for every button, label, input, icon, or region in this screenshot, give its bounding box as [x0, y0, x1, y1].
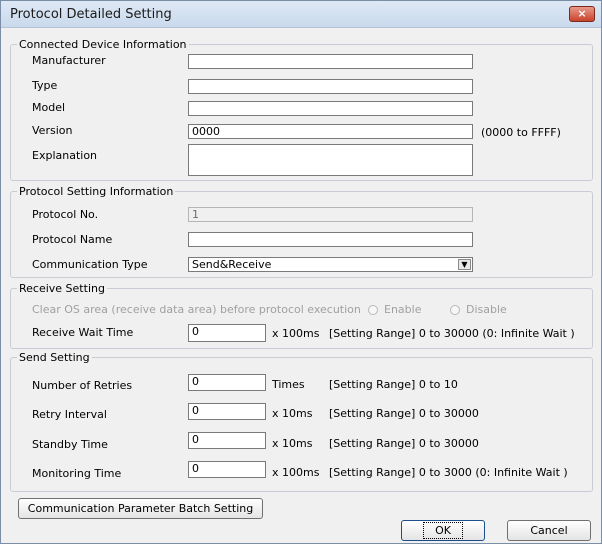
retry-interval-unit: x 10ms: [272, 407, 313, 420]
manufacturer-input[interactable]: [188, 54, 473, 69]
standby-time-input[interactable]: 0: [188, 432, 266, 449]
retries-label: Number of Retries: [32, 379, 133, 392]
clear-os-area-label: Clear OS area (receive data area) before…: [32, 303, 361, 316]
retry-interval-label: Retry Interval: [32, 408, 107, 421]
title-bar: Protocol Detailed Setting ×: [1, 1, 601, 28]
model-input[interactable]: [188, 101, 473, 116]
monitoring-time-unit: x 100ms: [272, 466, 320, 479]
radio-circle-icon: [368, 304, 378, 315]
batch-setting-button[interactable]: Communication Parameter Batch Setting: [18, 498, 263, 519]
communication-type-label: Communication Type: [32, 258, 148, 271]
model-label: Model: [32, 101, 66, 114]
receive-wait-unit: x 100ms: [272, 327, 320, 340]
protocol-name-label: Protocol Name: [32, 233, 113, 246]
retry-interval-input[interactable]: 0: [188, 403, 266, 420]
monitoring-time-input[interactable]: 0: [188, 461, 266, 478]
type-input[interactable]: [188, 79, 473, 94]
retries-unit: Times: [272, 378, 305, 391]
receive-wait-time-label: Receive Wait Time: [32, 326, 134, 339]
type-label: Type: [32, 79, 58, 92]
communication-type-select[interactable]: Send&Receive ▼: [188, 257, 473, 272]
protocol-setting-legend: Protocol Setting Information: [19, 185, 174, 198]
version-input[interactable]: 0000: [188, 124, 473, 139]
disable-radio[interactable]: Disable: [450, 303, 507, 316]
enable-radio-label: Enable: [384, 303, 422, 316]
cancel-button[interactable]: Cancel: [507, 520, 591, 541]
version-label: Version: [32, 124, 73, 137]
explanation-input[interactable]: [188, 144, 473, 176]
protocol-name-input[interactable]: [188, 232, 473, 247]
explanation-label: Explanation: [32, 149, 98, 162]
enable-radio[interactable]: Enable: [368, 303, 421, 316]
version-range-text: (0000 to FFFF): [481, 126, 561, 139]
receive-wait-time-input[interactable]: 0: [188, 324, 266, 342]
disable-radio-label: Disable: [466, 303, 507, 316]
send-setting-legend: Send Setting: [19, 351, 90, 364]
monitoring-time-label: Monitoring Time: [32, 467, 122, 480]
receive-setting-legend: Receive Setting: [19, 282, 105, 295]
protocol-detailed-setting-dialog: Protocol Detailed Setting × Connected De…: [0, 0, 602, 544]
retries-input[interactable]: 0: [188, 374, 266, 391]
manufacturer-label: Manufacturer: [32, 54, 106, 67]
standby-time-label: Standby Time: [32, 438, 108, 451]
ok-button[interactable]: OK: [401, 520, 485, 541]
retries-range: [Setting Range] 0 to 10: [329, 378, 458, 391]
close-icon[interactable]: ×: [569, 6, 595, 22]
ok-button-label: OK: [423, 522, 463, 539]
connected-device-legend: Connected Device Information: [19, 38, 187, 51]
monitoring-time-range: [Setting Range] 0 to 3000 (0: Infinite W…: [329, 466, 568, 479]
protocol-no-field: 1: [188, 207, 473, 222]
standby-time-unit: x 10ms: [272, 437, 313, 450]
standby-time-range: [Setting Range] 0 to 30000: [329, 437, 479, 450]
chevron-down-icon[interactable]: ▼: [458, 259, 471, 270]
communication-type-value: Send&Receive: [192, 258, 272, 271]
radio-circle-icon: [450, 304, 460, 315]
retry-interval-range: [Setting Range] 0 to 30000: [329, 407, 479, 420]
receive-wait-range: [Setting Range] 0 to 30000 (0: Infinite …: [329, 327, 575, 340]
window-title: Protocol Detailed Setting: [10, 7, 172, 22]
protocol-no-label: Protocol No.: [32, 208, 99, 221]
